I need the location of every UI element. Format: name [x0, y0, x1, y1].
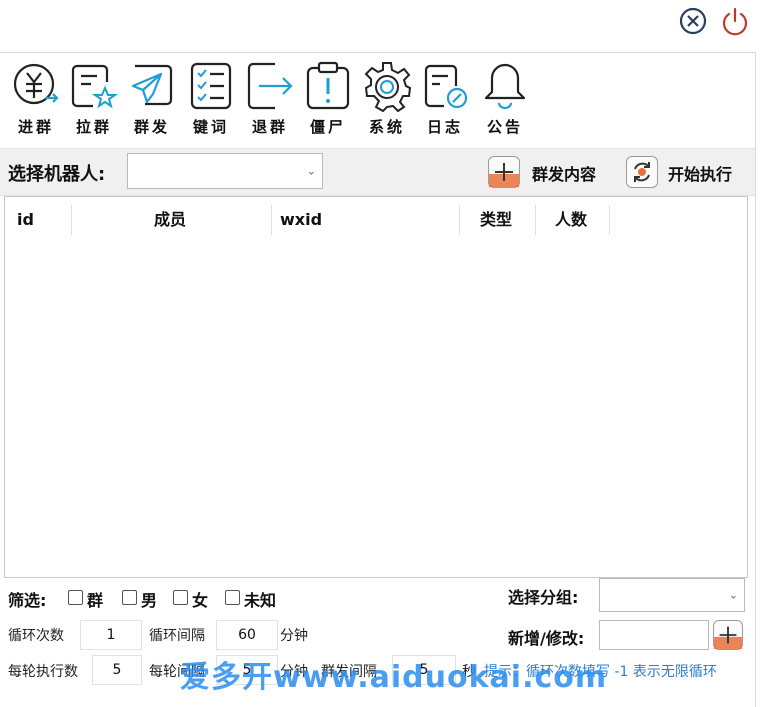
clipboard-alert-icon: [306, 61, 350, 110]
toolbar-announcement[interactable]: 公告: [479, 60, 531, 140]
toolbar-log[interactable]: 日志: [419, 60, 471, 140]
loop-count-input[interactable]: 1: [80, 620, 142, 650]
toolbar-label: 拉群: [75, 118, 112, 136]
document-star-icon: [71, 64, 119, 109]
robot-select[interactable]: ⌄: [127, 153, 323, 189]
group-name-input[interactable]: [599, 620, 709, 650]
exit-arrow-icon: [247, 62, 293, 110]
group-select-label: 选择分组:: [508, 588, 579, 607]
column-divider: [535, 205, 536, 235]
bell-icon: [484, 63, 526, 110]
toolbar-label: 僵尸: [309, 118, 346, 136]
toolbar-exit-group[interactable]: 退群: [244, 60, 296, 140]
toolbar-label: 公告: [486, 118, 523, 136]
column-header[interactable]: wxid: [280, 205, 322, 235]
filter-checkbox-female[interactable]: [173, 590, 188, 605]
column-divider: [609, 205, 610, 235]
filter-option-label: 男: [141, 591, 158, 610]
checklist-icon: [190, 62, 232, 110]
filter-option-label: 未知: [244, 591, 277, 610]
column-divider: [271, 205, 272, 235]
plus-icon: [714, 626, 742, 649]
gear-icon: [364, 62, 412, 112]
column-header[interactable]: 类型: [480, 205, 512, 235]
toolbar-label: 日志: [426, 118, 463, 136]
loop-interval-label: 循环间隔: [149, 628, 205, 644]
broadcast-content-label[interactable]: 群发内容: [532, 161, 596, 185]
filter-label: 筛选:: [8, 591, 47, 610]
toolbar-label: 系统: [368, 118, 405, 136]
loop-count-label: 循环次数: [8, 628, 64, 644]
group-add-label: 新增/修改:: [508, 629, 585, 648]
toolbar-keywords[interactable]: 键词: [185, 60, 237, 140]
toolbar-system[interactable]: 系统: [361, 60, 413, 140]
plus-icon: [489, 163, 519, 187]
yuan-group-icon: [13, 63, 59, 105]
minute-unit-label: 分钟: [280, 628, 308, 644]
watermark: 爱多开www.aiduokai.com: [180, 660, 608, 695]
toolbar-label: 进群: [17, 118, 54, 136]
add-broadcast-button[interactable]: [488, 156, 520, 188]
toolbar-label: 退群: [251, 118, 288, 136]
per-round-label: 每轮执行数: [8, 664, 78, 680]
toolbar-label: 群发: [133, 118, 170, 136]
filter-option-label: 群: [87, 591, 104, 610]
add-group-button[interactable]: [713, 620, 743, 650]
toolbar-pull-group[interactable]: 拉群: [68, 60, 120, 140]
column-header[interactable]: 成员: [154, 205, 186, 235]
column-divider: [71, 205, 72, 235]
start-button-icon[interactable]: [626, 156, 658, 188]
column-divider: [459, 205, 460, 235]
member-table[interactable]: id 成员 wxid 类型 人数: [4, 196, 748, 578]
top-divider: [0, 52, 756, 53]
robot-select-label: 选择机器人:: [8, 164, 106, 185]
filter-option-label: 女: [192, 591, 209, 610]
right-border: [755, 52, 756, 707]
toolbar-zombie[interactable]: 僵尸: [302, 60, 354, 140]
toolbar-label: 键词: [192, 118, 229, 136]
column-header[interactable]: 人数: [555, 205, 587, 235]
filter-checkbox-unknown[interactable]: [225, 590, 240, 605]
column-header[interactable]: id: [17, 205, 34, 235]
chevron-down-icon: ⌄: [306, 164, 316, 178]
refresh-icon: [634, 162, 650, 182]
chevron-down-icon: ⌄: [728, 588, 738, 602]
group-select[interactable]: ⌄: [599, 578, 745, 612]
start-execute-label[interactable]: 开始执行: [668, 161, 732, 185]
per-round-input[interactable]: 5: [92, 655, 142, 685]
toolbar-join-group[interactable]: 进群: [10, 60, 62, 140]
loop-interval-input[interactable]: 60: [216, 620, 278, 650]
filter-checkbox-group[interactable]: [68, 590, 83, 605]
toolbar-broadcast[interactable]: 群发: [126, 60, 178, 140]
document-edit-icon: [424, 64, 468, 109]
close-icon[interactable]: [678, 6, 708, 36]
filter-checkbox-male[interactable]: [122, 590, 137, 605]
paper-plane-icon: [131, 64, 173, 106]
power-icon[interactable]: [720, 6, 750, 36]
